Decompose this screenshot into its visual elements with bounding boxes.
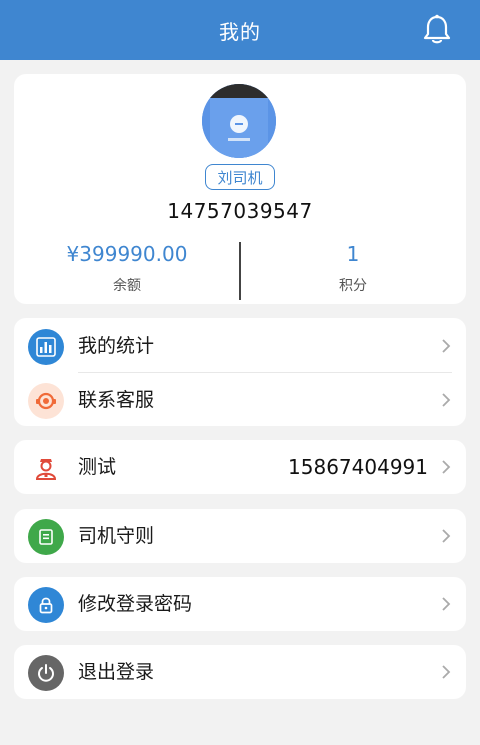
bar-chart-icon	[28, 329, 64, 365]
chevron-right-icon	[442, 529, 451, 543]
menu-item-test-value: 15867404991	[288, 455, 428, 479]
menu-item-service-label: 联系客服	[78, 389, 155, 411]
points-label: 积分	[339, 278, 367, 294]
driver-icon	[28, 450, 64, 486]
balance-label: 余额	[113, 278, 141, 294]
menu-item-logout-label: 退出登录	[78, 661, 155, 683]
menu-item-password-label: 修改登录密码	[78, 593, 193, 615]
driver-name-tag: 刘司机	[205, 164, 275, 190]
menu-group-2: 测试 15867404991	[14, 440, 466, 494]
bell-icon[interactable]	[422, 14, 452, 46]
points-stat[interactable]: 1 积分	[240, 239, 466, 295]
menu-item-service[interactable]: 联系客服	[14, 374, 466, 426]
menu-item-rules-label: 司机守则	[78, 525, 155, 547]
balance-stat[interactable]: ¥399990.00 余额	[14, 239, 240, 295]
menu-group-4: 修改登录密码	[14, 577, 466, 631]
chevron-right-icon	[442, 597, 451, 611]
menu-item-password[interactable]: 修改登录密码	[14, 578, 466, 630]
chevron-right-icon	[442, 665, 451, 679]
lock-icon	[28, 587, 64, 623]
row-divider	[78, 372, 452, 373]
menu-group-3: 司机守则	[14, 509, 466, 563]
chevron-right-icon	[442, 460, 451, 474]
menu-item-logout[interactable]: 退出登录	[14, 646, 466, 698]
menu-item-rules[interactable]: 司机守则	[14, 510, 466, 562]
power-icon	[28, 655, 64, 691]
menu-item-stats[interactable]: 我的统计	[14, 320, 466, 373]
driver-phone: 14757039547	[167, 199, 313, 223]
document-icon	[28, 519, 64, 555]
menu-item-stats-label: 我的统计	[78, 335, 155, 357]
menu-group-1: 我的统计 联系客服	[14, 318, 466, 426]
app-header: 我的	[0, 0, 480, 60]
profile-card: 刘司机 14757039547 ¥399990.00 余额 1 积分	[14, 74, 466, 304]
menu-item-test-label: 测试	[78, 456, 117, 478]
headset-icon	[28, 383, 64, 419]
chevron-right-icon	[442, 393, 451, 407]
menu-item-test[interactable]: 测试 15867404991	[14, 441, 466, 493]
points-value: 1	[346, 242, 360, 266]
menu-group-5: 退出登录	[14, 645, 466, 699]
page-title: 我的	[219, 19, 261, 44]
avatar[interactable]	[202, 84, 276, 158]
balance-value: ¥399990.00	[66, 242, 188, 266]
chevron-right-icon	[442, 339, 451, 353]
